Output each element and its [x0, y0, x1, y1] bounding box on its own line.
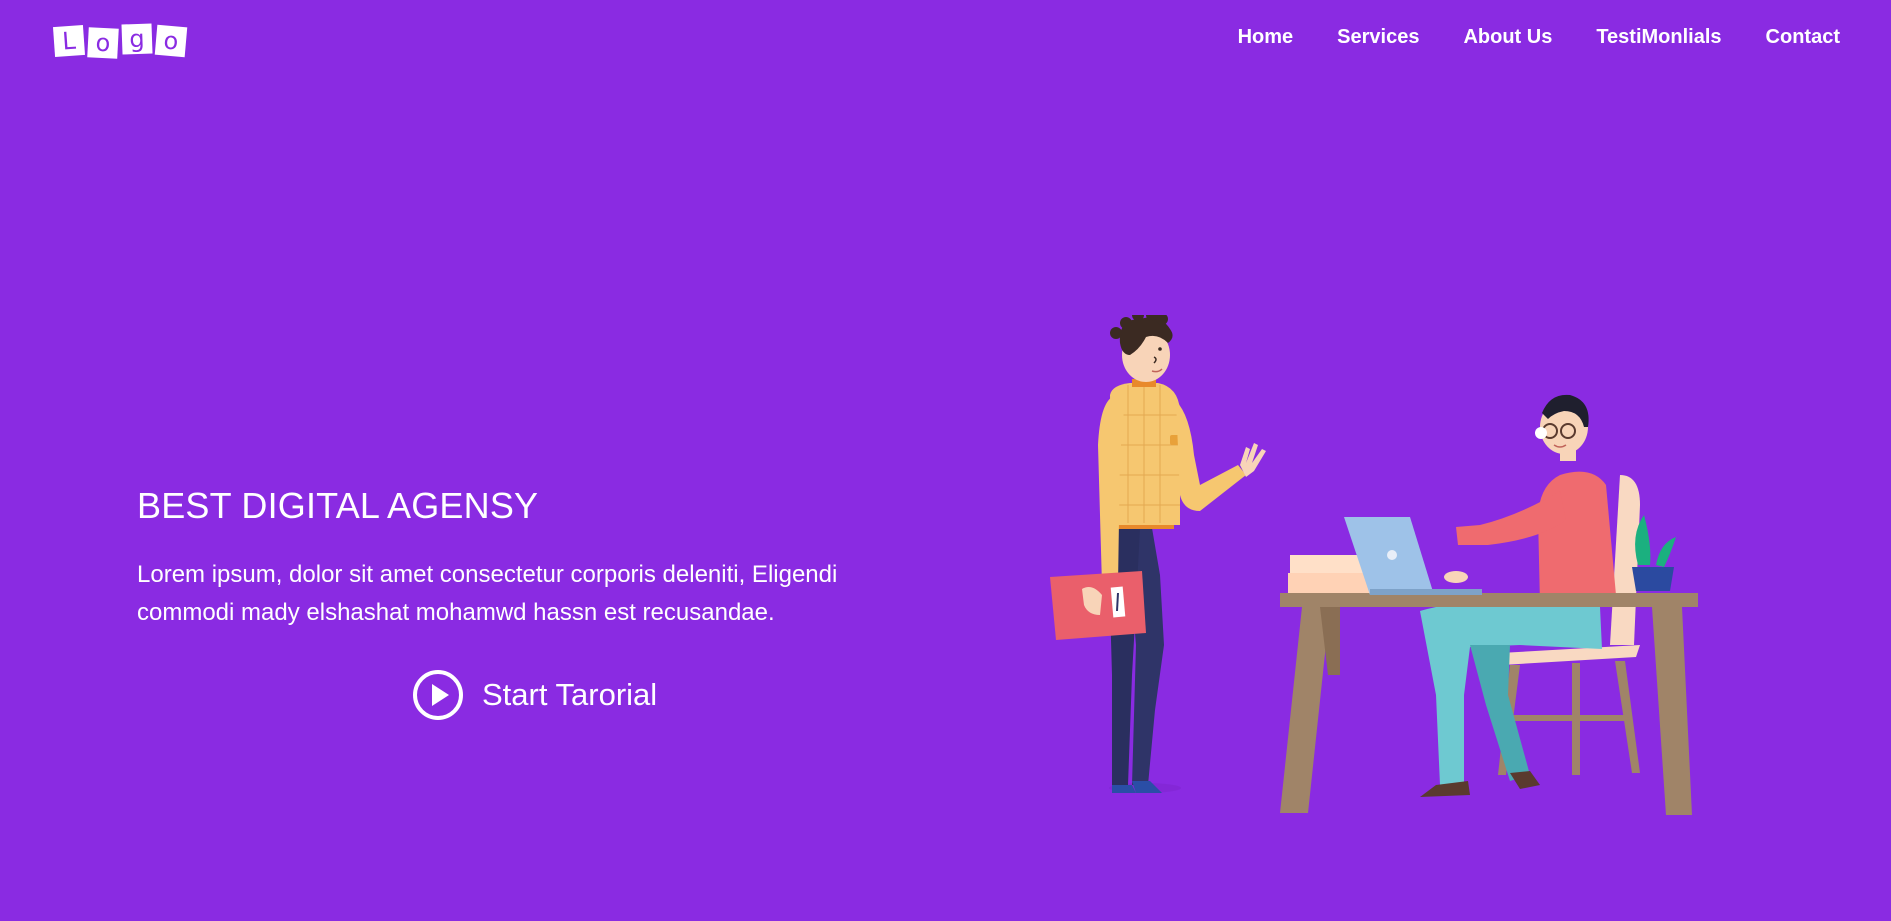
logo-letter: L: [52, 24, 86, 58]
start-tutorial-button[interactable]: Start Tarorial: [412, 669, 657, 721]
logo[interactable]: L o g o: [52, 20, 188, 59]
start-tutorial-label: Start Tarorial: [482, 677, 658, 712]
standing-person-figure: [1050, 315, 1266, 793]
nav-testimonials[interactable]: TestiMonlials: [1596, 26, 1721, 49]
logo-letter: o: [154, 24, 188, 58]
main-nav: Home Services About Us TestiMonlials Con…: [1238, 26, 1840, 49]
hero-title: BEST DIGITAL AGENSY: [137, 485, 539, 526]
logo-letter: o: [87, 27, 119, 59]
desk-scene: [1280, 394, 1698, 815]
hero-description: Lorem ipsum, dolor sit amet consectetur …: [137, 561, 838, 626]
play-circle-icon: [413, 670, 463, 720]
logo-letter: g: [121, 23, 153, 55]
nav-home[interactable]: Home: [1238, 26, 1294, 49]
nav-about-us[interactable]: About Us: [1463, 26, 1552, 49]
office-illustration: [1050, 315, 1698, 815]
nav-services[interactable]: Services: [1337, 26, 1419, 49]
nav-contact[interactable]: Contact: [1766, 26, 1840, 49]
